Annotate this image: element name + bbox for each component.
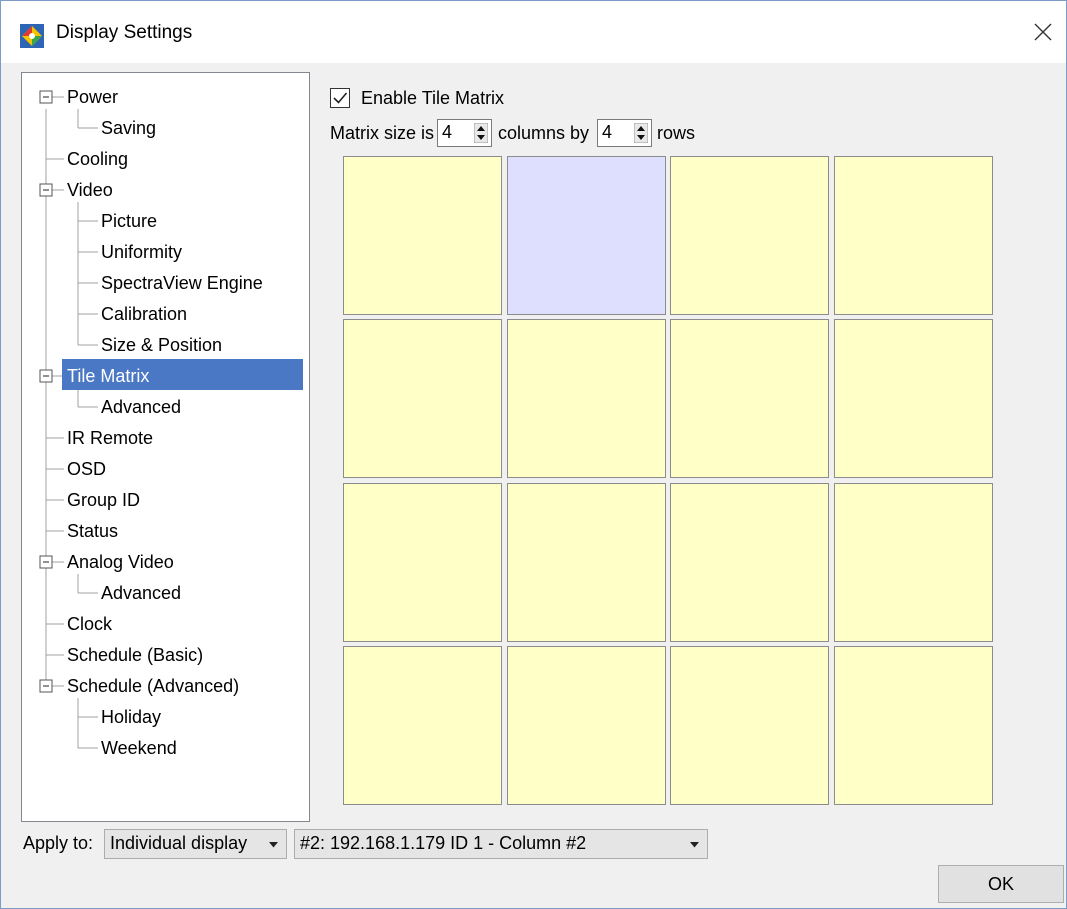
settings-tree[interactable]: Power Saving Cooling Video Picture Unifo…	[21, 72, 310, 822]
tile-r2-c4[interactable]	[834, 319, 993, 478]
display-settings-window: Display Settings Power Saving Cooling Vi…	[0, 0, 1067, 909]
tile-r1-c3[interactable]	[670, 156, 829, 315]
columns-by-label: columns by	[498, 123, 590, 143]
apply-to-dropdown[interactable]: Individual display	[104, 829, 287, 859]
tile-r4-c1[interactable]	[343, 646, 502, 805]
rows-label: rows	[657, 123, 696, 143]
ok-button[interactable]: OK	[938, 865, 1064, 903]
close-button[interactable]	[1020, 9, 1066, 55]
tile-r3-c2[interactable]	[507, 483, 666, 642]
tile-r4-c3[interactable]	[670, 646, 829, 805]
close-icon	[1034, 23, 1052, 41]
dropdown-arrow-icon	[269, 842, 278, 848]
tile-r3-c3[interactable]	[670, 483, 829, 642]
columns-value: 4	[442, 122, 453, 142]
tile-r1-c1[interactable]	[343, 156, 502, 315]
tile-r1-c4[interactable]	[834, 156, 993, 315]
enable-tile-matrix-checkbox[interactable]	[330, 88, 350, 108]
spin-arrows-icon[interactable]	[474, 123, 488, 143]
display-select-value: #2: 192.168.1.179 ID 1 - Column #2	[300, 833, 587, 853]
rows-value: 4	[602, 122, 613, 142]
tile-r2-c1[interactable]	[343, 319, 502, 478]
enable-tile-matrix-label[interactable]: Enable Tile Matrix	[361, 88, 504, 109]
tile-r3-c4[interactable]	[834, 483, 993, 642]
matrix-size-label: Matrix size is	[330, 123, 435, 143]
tile-r2-c3[interactable]	[670, 319, 829, 478]
tile-r2-c2[interactable]	[507, 319, 666, 478]
tree-connector-lines	[39, 90, 98, 749]
dropdown-arrow-icon	[690, 842, 699, 848]
apply-to-label: Apply to:	[23, 833, 94, 853]
tile-r3-c1[interactable]	[343, 483, 502, 642]
columns-spinbox[interactable]: 4	[437, 119, 492, 147]
title-bar: Display Settings	[1, 1, 1066, 63]
rows-spinbox[interactable]: 4	[597, 119, 652, 147]
checkmark-icon	[333, 92, 348, 104]
app-color-icon	[20, 24, 44, 48]
tile-r4-c4[interactable]	[834, 646, 993, 805]
spin-arrows-icon[interactable]	[634, 123, 648, 143]
tile-r4-c2[interactable]	[507, 646, 666, 805]
display-select-dropdown[interactable]: #2: 192.168.1.179 ID 1 - Column #2	[294, 829, 708, 859]
apply-to-value: Individual display	[110, 833, 248, 853]
tile-r1-c2[interactable]	[507, 156, 666, 315]
window-title: Display Settings	[56, 22, 193, 43]
